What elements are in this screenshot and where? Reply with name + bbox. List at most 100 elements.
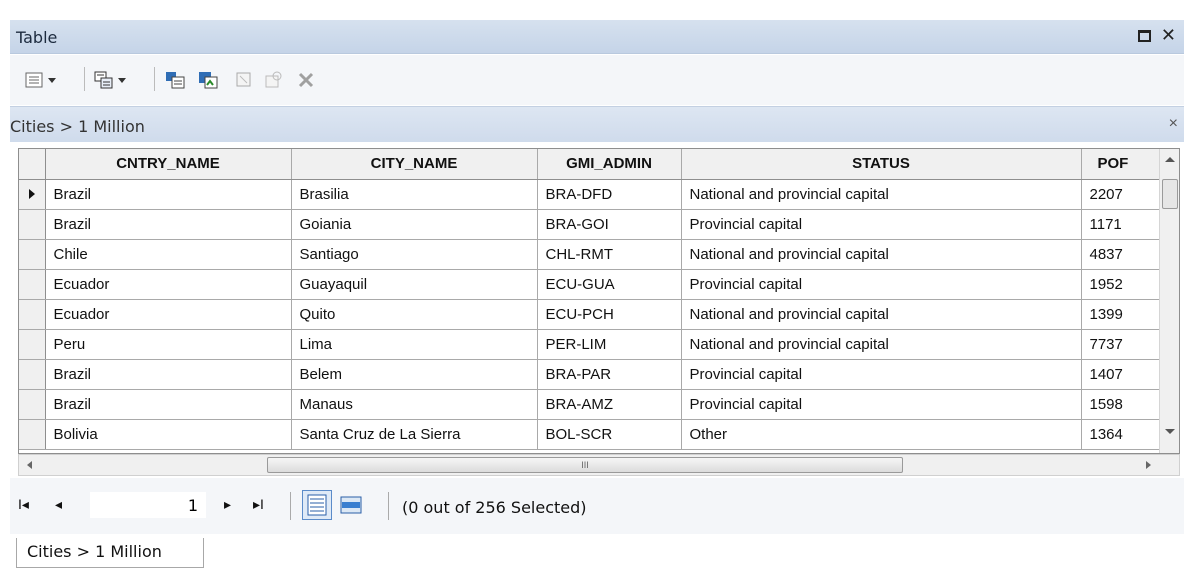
row-selector[interactable] bbox=[19, 209, 46, 240]
related-tables-button[interactable] bbox=[94, 69, 126, 91]
column-header[interactable]: CNTRY_NAME bbox=[45, 149, 292, 180]
table-cell[interactable]: BRA-GOI bbox=[537, 209, 682, 240]
table-cell[interactable]: BRA-DFD bbox=[537, 179, 682, 210]
table-cell[interactable]: 1407 bbox=[1081, 359, 1162, 390]
table-row[interactable]: Bolivia Santa Cruz de La Sierra BOL-SCR Oth… bbox=[19, 419, 1162, 450]
table-cell[interactable]: Bolivia bbox=[45, 419, 292, 450]
delete-selected-button[interactable] bbox=[296, 69, 316, 91]
table-cell[interactable]: Quito bbox=[291, 299, 538, 330]
column-header[interactable]: STATUS bbox=[681, 149, 1082, 180]
last-record-icon[interactable]: ▸I bbox=[253, 496, 264, 513]
table-cell[interactable]: ECU-PCH bbox=[537, 299, 682, 330]
horizontal-scroll-thumb[interactable]: III bbox=[267, 457, 903, 473]
next-record-icon[interactable]: ▸ bbox=[224, 496, 231, 513]
clear-selection-icon bbox=[236, 72, 251, 87]
select-by-attributes-button[interactable] bbox=[165, 69, 185, 91]
close-icon[interactable]: ✕ bbox=[1161, 25, 1176, 46]
row-selector[interactable] bbox=[19, 359, 46, 390]
row-selector[interactable] bbox=[19, 389, 46, 420]
clear-selection-button[interactable] bbox=[234, 69, 254, 91]
table-cell[interactable]: PER-LIM bbox=[537, 329, 682, 360]
table-row[interactable]: Brazil Goiania BRA-GOI Provincial capital 11… bbox=[19, 209, 1162, 240]
selection-status: (0 out of 256 Selected) bbox=[402, 498, 587, 517]
tab-cities-1-million[interactable]: Cities > 1 Million bbox=[16, 538, 204, 568]
table-row[interactable]: Brazil Belem BRA-PAR Provincial capital 1407 bbox=[19, 359, 1162, 390]
first-record-icon[interactable]: I◂ bbox=[18, 496, 29, 513]
table-cell[interactable]: ECU-GUA bbox=[537, 269, 682, 300]
current-record-number: 1 bbox=[187, 496, 198, 515]
table-cell[interactable]: National and provincial capital bbox=[681, 329, 1082, 360]
table-row[interactable]: Brazil Brasilia BRA-DFD National and provin… bbox=[19, 179, 1162, 210]
table-cell[interactable]: Santa Cruz de La Sierra bbox=[291, 419, 538, 450]
table-cell[interactable]: Brasilia bbox=[291, 179, 538, 210]
scroll-down-icon[interactable] bbox=[1165, 429, 1175, 434]
horizontal-scrollbar[interactable]: III bbox=[18, 454, 1180, 476]
table-cell[interactable]: Belem bbox=[291, 359, 538, 390]
table-row[interactable]: Peru Lima PER-LIM National and provincial c… bbox=[19, 329, 1162, 360]
table-cell[interactable]: Brazil bbox=[45, 389, 292, 420]
current-record-field[interactable]: 1 bbox=[90, 492, 206, 518]
table-cell[interactable]: Provincial capital bbox=[681, 359, 1082, 390]
table-cell[interactable]: Brazil bbox=[45, 209, 292, 240]
table-cell[interactable]: National and provincial capital bbox=[681, 299, 1082, 330]
table-cell[interactable]: 1399 bbox=[1081, 299, 1162, 330]
table-cell[interactable]: Provincial capital bbox=[681, 269, 1082, 300]
row-selector[interactable] bbox=[19, 299, 46, 330]
table-cell[interactable]: 1364 bbox=[1081, 419, 1162, 450]
table-cell[interactable]: Chile bbox=[45, 239, 292, 270]
zoom-to-selected-button[interactable] bbox=[264, 69, 284, 91]
table-cell[interactable]: Peru bbox=[45, 329, 292, 360]
show-all-records-button[interactable] bbox=[302, 490, 332, 520]
row-selector[interactable] bbox=[19, 329, 46, 360]
column-header[interactable]: GMI_ADMIN bbox=[537, 149, 682, 180]
close-icon[interactable]: × bbox=[1169, 115, 1178, 133]
row-selector[interactable] bbox=[19, 179, 46, 210]
maximize-icon[interactable] bbox=[1137, 30, 1151, 42]
table-options-button[interactable] bbox=[24, 69, 56, 91]
table-cell[interactable]: 2207 bbox=[1081, 179, 1162, 210]
row-selector[interactable] bbox=[19, 239, 46, 270]
scroll-right-icon[interactable] bbox=[1146, 461, 1151, 469]
table-cell[interactable]: 7737 bbox=[1081, 329, 1162, 360]
table-cell[interactable]: 4837 bbox=[1081, 239, 1162, 270]
table-row[interactable]: Brazil Manaus BRA-AMZ Provincial capital 159… bbox=[19, 389, 1162, 420]
table-cell[interactable]: 1171 bbox=[1081, 209, 1162, 240]
table-cell[interactable]: Ecuador bbox=[45, 299, 292, 330]
table-cell[interactable]: National and provincial capital bbox=[681, 179, 1082, 210]
row-selector[interactable] bbox=[19, 269, 46, 300]
table-cell[interactable]: Ecuador bbox=[45, 269, 292, 300]
table-cell[interactable]: Lima bbox=[291, 329, 538, 360]
switch-selection-button[interactable] bbox=[198, 69, 218, 91]
table-cell[interactable]: BRA-PAR bbox=[537, 359, 682, 390]
table-cell[interactable]: CHL-RMT bbox=[537, 239, 682, 270]
table-row[interactable]: Ecuador Quito ECU-PCH National and provinci… bbox=[19, 299, 1162, 330]
window-title-bar[interactable]: Table ✕ bbox=[10, 20, 1184, 54]
table-cell[interactable]: National and provincial capital bbox=[681, 239, 1082, 270]
scroll-up-icon[interactable] bbox=[1165, 157, 1175, 162]
vertical-scrollbar[interactable] bbox=[1159, 149, 1179, 453]
table-cell[interactable]: 1598 bbox=[1081, 389, 1162, 420]
show-selected-records-button[interactable] bbox=[336, 490, 366, 520]
table-cell[interactable]: Provincial capital bbox=[681, 389, 1082, 420]
column-header[interactable]: CITY_NAME bbox=[291, 149, 538, 180]
scroll-left-icon[interactable] bbox=[27, 461, 32, 469]
table-cell[interactable]: BOL-SCR bbox=[537, 419, 682, 450]
table-cell[interactable]: Brazil bbox=[45, 359, 292, 390]
table-row[interactable]: Ecuador Guayaquil ECU-GUA Provincial capita… bbox=[19, 269, 1162, 300]
table-cell[interactable]: Goiania bbox=[291, 209, 538, 240]
column-header[interactable]: POF bbox=[1081, 149, 1162, 180]
previous-record-icon[interactable]: ◂ bbox=[55, 496, 62, 513]
chevron-down-icon bbox=[48, 77, 56, 83]
vertical-scroll-thumb[interactable] bbox=[1162, 179, 1178, 209]
row-selector-header[interactable] bbox=[19, 149, 46, 180]
row-selector[interactable] bbox=[19, 419, 46, 450]
table-cell[interactable]: Other bbox=[681, 419, 1082, 450]
table-cell[interactable]: Provincial capital bbox=[681, 209, 1082, 240]
table-cell[interactable]: BRA-AMZ bbox=[537, 389, 682, 420]
table-cell[interactable]: Brazil bbox=[45, 179, 292, 210]
table-row[interactable]: Chile Santiago CHL-RMT National and provinc… bbox=[19, 239, 1162, 270]
table-cell[interactable]: Santiago bbox=[291, 239, 538, 270]
table-cell[interactable]: Manaus bbox=[291, 389, 538, 420]
table-cell[interactable]: Guayaquil bbox=[291, 269, 538, 300]
table-cell[interactable]: 1952 bbox=[1081, 269, 1162, 300]
